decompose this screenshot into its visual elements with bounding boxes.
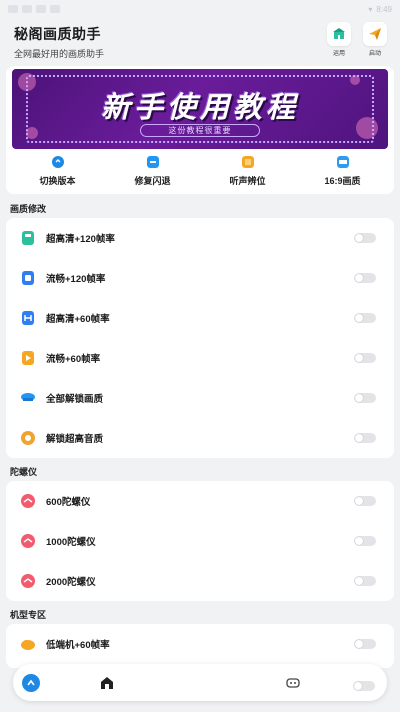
nav-games[interactable]	[283, 673, 303, 693]
list-item[interactable]: 低端机+60帧率	[6, 624, 394, 664]
section-title-device: 机型专区	[10, 610, 47, 620]
cloud-icon	[21, 640, 35, 650]
audio-icon	[21, 431, 35, 445]
list-item[interactable]: 1000陀螺仪	[6, 521, 394, 561]
launch-button[interactable]: 启动	[362, 22, 388, 57]
list-item[interactable]: 超高清+120帧率	[6, 218, 394, 258]
list-item[interactable]: 600陀螺仪	[6, 481, 394, 521]
toggle-switch[interactable]	[354, 639, 376, 649]
toggle-switch[interactable]	[354, 393, 376, 403]
gyro-card: 600陀螺仪 1000陀螺仪 2000陀螺仪	[6, 481, 394, 601]
quality-card: 超高清+120帧率 流畅+120帧率 超高清+60帧率 流畅+60帧率 全部解锁…	[6, 218, 394, 458]
gyro-icon	[21, 574, 35, 588]
app-subtitle: 全网最好用的画质助手	[14, 49, 105, 59]
status-bar: ▾ 8:49	[0, 0, 400, 18]
sound-icon	[241, 156, 254, 168]
apply-button[interactable]: 运用	[326, 22, 352, 57]
top-card: 新手使用教程 这份教程很重要 切换版本 修复闪退 听声辨位 16:9画质	[6, 66, 394, 194]
unlock-icon	[21, 393, 35, 401]
status-icons	[8, 5, 60, 13]
section-title-gyro: 陀螺仪	[10, 467, 38, 477]
switch-version-button[interactable]: 切换版本	[13, 156, 103, 187]
floating-action-button[interactable]	[21, 673, 41, 693]
send-icon	[369, 28, 381, 40]
toggle-switch[interactable]	[354, 536, 376, 546]
aspect-ratio-button[interactable]: 16:9画质	[298, 156, 388, 187]
play-icon	[22, 351, 34, 365]
gyro-icon	[21, 534, 35, 548]
device-card: 低端机+60帧率	[6, 624, 394, 668]
tutorial-banner[interactable]: 新手使用教程 这份教程很重要	[12, 69, 388, 149]
switch-icon	[22, 674, 40, 692]
sound-position-button[interactable]: 听声辨位	[203, 156, 293, 187]
gyro-icon	[21, 494, 35, 508]
wifi-icon: ▾	[368, 4, 373, 14]
toggle-switch[interactable]	[354, 353, 376, 363]
bottom-nav	[13, 664, 387, 701]
toggle-switch[interactable]	[354, 576, 376, 586]
wide-icon	[22, 311, 34, 325]
hd-icon	[22, 231, 34, 245]
flow-icon	[22, 271, 34, 285]
aspect-ratio-icon	[336, 156, 349, 168]
toggle-switch[interactable]	[354, 496, 376, 506]
toggle-switch[interactable]	[354, 313, 376, 323]
list-item[interactable]: 流畅+60帧率	[6, 338, 394, 378]
toggle-switch[interactable]	[353, 681, 375, 691]
list-item[interactable]: 2000陀螺仪	[6, 561, 394, 601]
app-header: 秘阁画质助手 全网最好用的画质助手 运用 启动	[0, 18, 400, 64]
quick-actions: 切换版本 修复闪退 听声辨位 16:9画质	[6, 156, 394, 187]
toggle-switch[interactable]	[354, 433, 376, 443]
nav-home[interactable]	[97, 673, 117, 693]
toggle-switch[interactable]	[354, 233, 376, 243]
banner-subtitle: 这份教程很重要	[140, 124, 260, 137]
section-title-quality: 画质修改	[10, 204, 47, 214]
toggle-switch[interactable]	[354, 273, 376, 283]
repair-icon	[146, 156, 159, 168]
list-item[interactable]: 解锁超高音质	[6, 418, 394, 458]
app-title: 秘阁画质助手	[14, 26, 101, 42]
fix-crash-button[interactable]: 修复闪退	[108, 156, 198, 187]
list-item[interactable]: 超高清+60帧率	[6, 298, 394, 338]
list-item[interactable]: 流畅+120帧率	[6, 258, 394, 298]
banner-title: 新手使用教程	[100, 92, 299, 124]
list-item[interactable]: 全部解锁画质	[6, 378, 394, 418]
gamepad-icon	[286, 678, 300, 688]
switch-icon	[51, 156, 64, 168]
building-icon	[333, 28, 345, 39]
home-icon	[101, 677, 113, 689]
status-time: ▾ 8:49	[368, 4, 392, 14]
